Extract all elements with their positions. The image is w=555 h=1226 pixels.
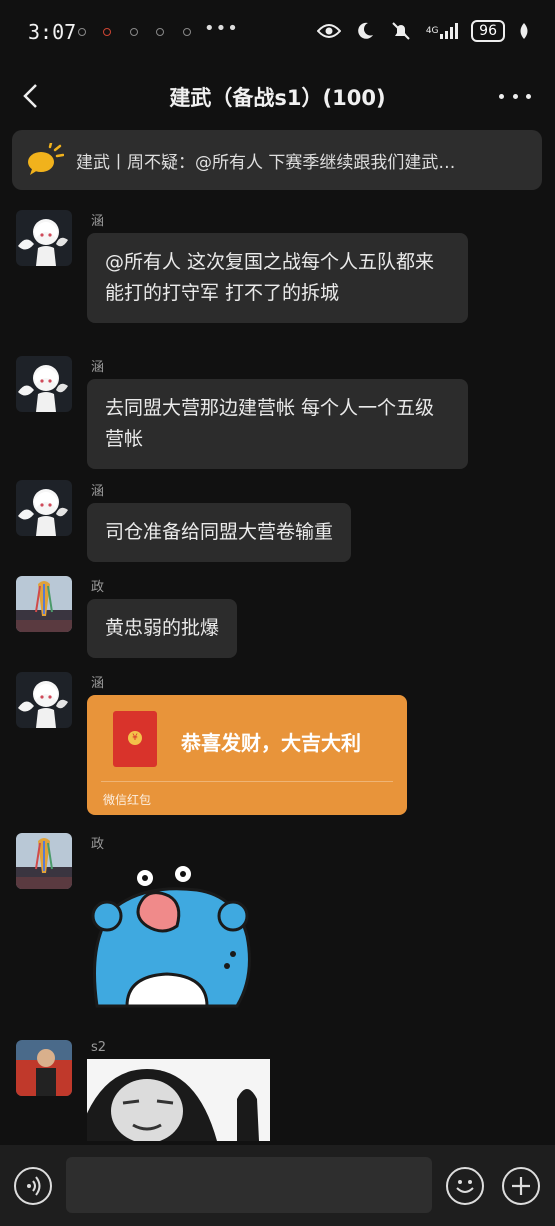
message-bubble[interactable]: 黄忠弱的批爆 [87,599,238,658]
message-item: 涵 ¥ 恭喜发财，大吉大利 微信红包 [16,672,407,815]
status-bar: 3:07 ••• 4G 96 [0,0,555,64]
avatar[interactable] [16,480,72,536]
message-item: 涵 去同盟大营那边建营帐 每个人一个五级营帐 [16,356,468,469]
dot-icon [512,93,518,99]
input-bar [0,1145,555,1226]
announcement-icon [28,143,64,175]
moon-icon [353,20,377,42]
notification-icon [103,28,111,36]
signal-icon: 4G [425,20,459,42]
message-item: 政 黄忠弱的批爆 [16,576,238,658]
divider [101,781,393,782]
sender-name: s2 [91,1040,107,1055]
mute-bell-icon [389,20,413,42]
message-bubble[interactable]: @所有人 这次复国之战每个人五队都来 能打的打守军 打不了的拆城 [87,233,468,323]
voice-icon [27,1176,41,1196]
message-item: s2 [16,1040,270,1141]
red-envelope-icon: ¥ [113,711,157,767]
dot-icon [499,93,504,99]
more-actions-button[interactable] [502,1167,540,1205]
announcement-text: 建武丨周不疑：@所有人 下赛季继续跟我们建武… [76,152,456,173]
leaf-icon [517,20,531,42]
avatar[interactable] [16,576,72,632]
red-packet-footer: 微信红包 [103,793,152,807]
plus-icon [512,1177,530,1195]
smiley-icon [456,1180,474,1193]
sender-name: 政 [91,837,105,852]
battery-icon: 96 [471,20,505,42]
voice-input-button[interactable] [14,1167,52,1205]
sender-name: 政 [91,580,105,595]
more-options-button[interactable] [499,80,531,112]
sender-name: 涵 [91,484,105,499]
emoji-button[interactable] [446,1167,484,1205]
eye-icon [317,20,342,42]
blue-dinosaur-sticker[interactable] [87,856,257,1016]
chat-header: 建武（备战s1）(100) [0,64,555,128]
chat-title: 建武（备战s1）(100) [169,86,386,110]
more-notifications-icon: ••• [204,18,239,39]
red-packet-card[interactable]: ¥ 恭喜发财，大吉大利 微信红包 [87,695,407,815]
dot-icon [526,93,531,99]
avatar[interactable] [16,672,72,728]
notification-icon [183,28,191,36]
avatar[interactable] [16,356,72,412]
message-input[interactable] [66,1157,432,1213]
sender-name: 涵 [91,360,105,375]
sender-name: 涵 [91,214,105,229]
avatar[interactable] [16,210,72,266]
notification-icon [130,28,138,36]
message-bubble[interactable]: 去同盟大营那边建营帐 每个人一个五级营帐 [87,379,468,469]
sender-name: 涵 [91,676,105,691]
message-list[interactable]: 涵 @所有人 这次复国之战每个人五队都来 能打的打守军 打不了的拆城 涵 去同盟… [0,190,555,1145]
message-item: 涵 司仓准备给同盟大营卷输重 [16,480,352,562]
message-item: 涵 @所有人 这次复国之战每个人五队都来 能打的打守军 打不了的拆城 [16,210,468,323]
avatar[interactable] [16,1040,72,1096]
panda-meme-sticker[interactable] [87,1059,270,1141]
message-bubble[interactable]: 司仓准备给同盟大营卷输重 [87,503,352,562]
group-announcement[interactable]: 建武丨周不疑：@所有人 下赛季继续跟我们建武… [12,130,542,190]
notification-icon [156,28,164,36]
red-packet-title: 恭喜发财，大吉大利 [181,731,361,755]
avatar[interactable] [16,833,72,889]
message-item: 政 [16,833,257,1016]
notification-icon [78,28,86,36]
status-time: 3:07 [28,20,77,44]
